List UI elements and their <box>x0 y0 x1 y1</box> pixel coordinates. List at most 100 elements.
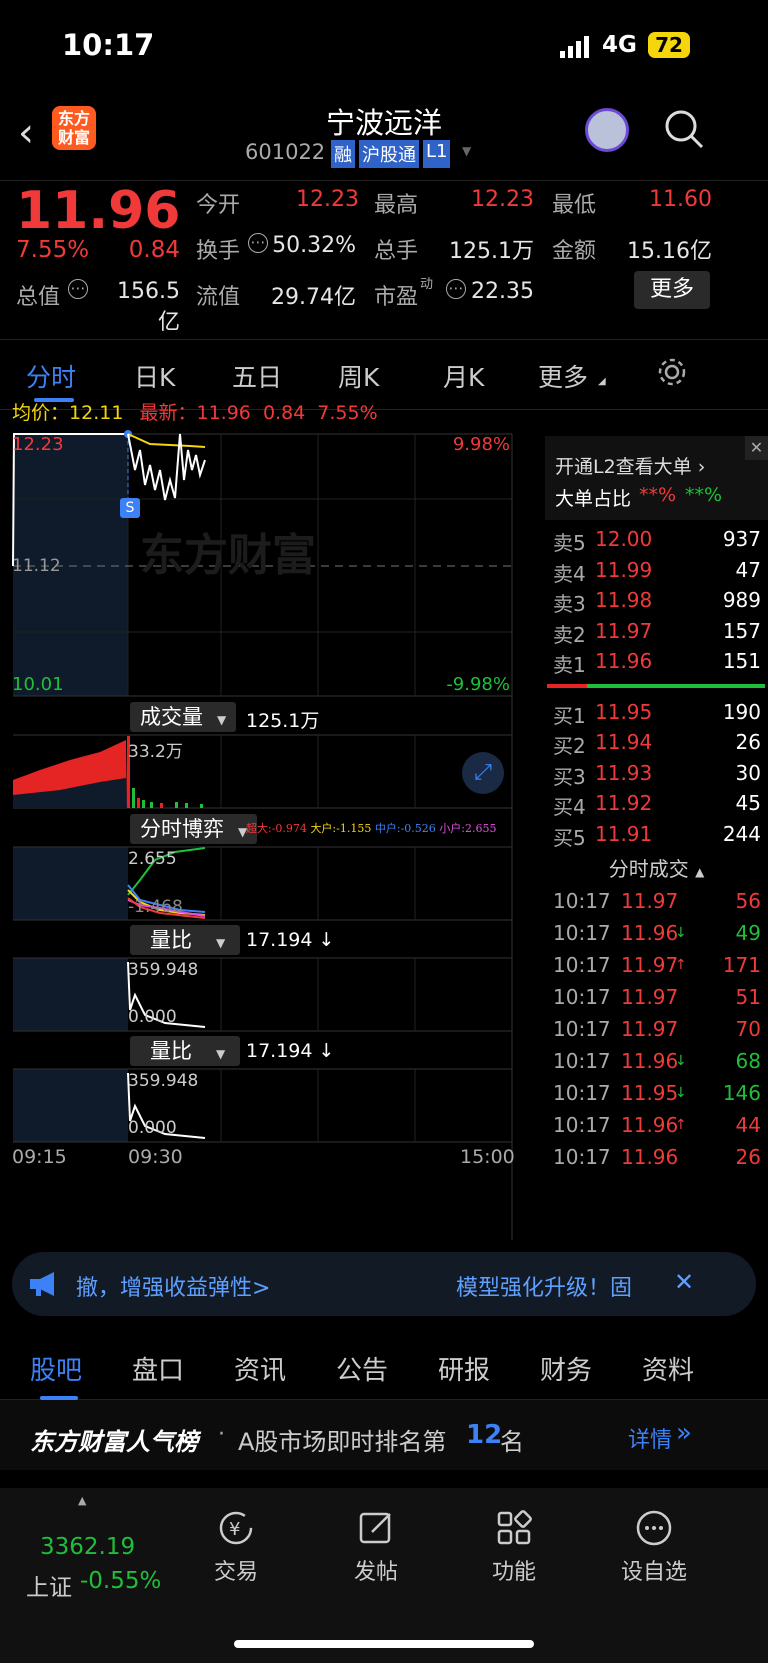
tab-five-day[interactable]: 五日 <box>232 358 282 394</box>
bid-row[interactable]: 买4 11.92 45 <box>545 787 768 819</box>
banner-text-left: 撤，增强收益弹性> <box>76 1276 271 1301</box>
stock-code: 601022 <box>245 140 326 164</box>
popularity-rank[interactable]: 东方财富人气榜 · A股市场即时排名第 12 名 详情 » <box>0 1400 768 1470</box>
tab-intraday[interactable]: 分时 <box>26 358 76 394</box>
bid-ask-bar-red <box>547 684 587 688</box>
amount-value: 15.16亿 <box>627 239 712 264</box>
rank-number: 12 <box>466 1420 503 1450</box>
pe-value: 22.35 <box>471 279 534 304</box>
expand-icon[interactable]: ⤢ <box>462 752 504 794</box>
search-icon[interactable] <box>663 108 705 150</box>
pe-label: 市盈 <box>374 285 419 310</box>
bottom-nav: ▲ 3362.19 上证 -0.55% ¥ 交易 发帖 功能 设自选 <box>0 1488 768 1663</box>
info-icon[interactable]: ⋯ <box>248 233 268 253</box>
stock-name: 宁波远洋 <box>325 106 442 140</box>
market-cap-label: 总值 <box>16 285 61 310</box>
price-change: 0.84 <box>128 237 180 263</box>
tab-forum[interactable]: 股吧 <box>30 1350 82 1387</box>
quote-panel: 11.96 7.55% 0.84 今开 12.23 最高 12.23 最低 11… <box>0 180 768 340</box>
ratio-max-label: 359.948 <box>128 960 199 980</box>
tag-level: L1 <box>423 140 451 168</box>
double-chevron-icon[interactable]: » <box>676 1418 692 1448</box>
time-start: 09:15 <box>12 1146 67 1168</box>
robot-assistant-icon[interactable] <box>585 108 629 152</box>
open-label: 今开 <box>196 193 241 218</box>
nav-post-label: 发帖 <box>353 1560 398 1585</box>
bid-row[interactable]: 买2 11.94 26 <box>545 726 768 758</box>
rank-details-link[interactable]: 详情 <box>628 1422 672 1454</box>
tab-news[interactable]: 资讯 <box>234 1350 286 1387</box>
stock-header: ‹ 东方财富 宁波远洋 601022 融 沪股通 L1 ▼ <box>0 100 768 180</box>
gear-icon[interactable] <box>656 356 688 388</box>
price-high-label: 12.23 <box>12 434 64 455</box>
game-indicator-label: 分时博弈 <box>140 817 224 841</box>
tab-finance[interactable]: 财务 <box>540 1350 592 1387</box>
chevron-down-icon[interactable]: ▼ <box>462 144 471 158</box>
pct-low-label: -9.98% <box>446 674 510 695</box>
watermark: 东方财富 <box>140 530 316 581</box>
trades-title[interactable]: 分时成交 ▲ <box>545 853 768 882</box>
nav-post[interactable]: 发帖 <box>326 1508 426 1586</box>
ratio-indicator-dropdown[interactable]: 量比 ▼ <box>130 925 240 955</box>
close-icon[interactable]: ✕ <box>674 1268 694 1296</box>
rank-text: A股市场即时排名第 <box>238 1428 447 1456</box>
tab-weekly-k[interactable]: 周K <box>338 358 379 394</box>
tab-daily-k[interactable]: 日K <box>134 358 175 394</box>
network-type: 4G <box>602 32 637 58</box>
index-value[interactable]: 3362.19 <box>40 1534 135 1560</box>
nav-functions[interactable]: 功能 <box>464 1508 564 1586</box>
volume-total: 125.1万 <box>246 710 320 732</box>
sell-signal-marker[interactable]: S <box>120 498 140 518</box>
tab-announcements[interactable]: 公告 <box>336 1350 388 1387</box>
info-icon[interactable]: ⋯ <box>446 279 466 299</box>
pct-change: 7.55% <box>16 237 90 263</box>
ratio-indicator-label: 量比 <box>150 928 192 952</box>
volume-indicator-dropdown[interactable]: 成交量 ▼ <box>130 702 237 732</box>
signal-icon <box>560 36 589 58</box>
intraday-chart[interactable]: 均价：12.11 最新：11.96 0.84 7.55% 东方财富 12.23 … <box>0 402 545 1240</box>
legend-l-key: 大户: <box>310 822 337 835</box>
game-indicator-dropdown[interactable]: 分时博弈 ▼ <box>130 814 258 844</box>
tab-handicap[interactable]: 盘口 <box>132 1350 184 1387</box>
nav-watchlist[interactable]: 设自选 <box>604 1508 704 1586</box>
ask-row[interactable]: 卖4 11.99 47 <box>545 554 768 586</box>
trade-row: 10:17 11.97 ↑ 171 <box>553 953 761 977</box>
game-min-label: -1.468 <box>128 897 183 917</box>
ratio2-indicator-dropdown[interactable]: 量比 ▼ <box>130 1036 240 1066</box>
grid-icon <box>497 1510 532 1545</box>
tab-research[interactable]: 研报 <box>438 1350 490 1387</box>
tag-margin: 融 <box>331 140 355 168</box>
news-banner[interactable]: 撤，增强收益弹性> 模型强化升级！固 ✕ <box>12 1252 756 1316</box>
more-button[interactable]: 更多 <box>634 271 710 309</box>
price-low-label: 10.01 <box>12 674 64 695</box>
bid-row[interactable]: 买5 11.91 244 <box>545 818 768 850</box>
ask-row[interactable]: 卖5 12.00 937 <box>545 523 768 555</box>
bid-row[interactable]: 买1 11.95 190 <box>545 696 768 728</box>
ask-row[interactable]: 卖1 11.96 151 <box>545 645 768 677</box>
tab-monthly-k[interactable]: 月K <box>443 358 484 394</box>
trade-row: 10:17 11.96 ↓ 68 <box>553 1049 761 1073</box>
content-tabs: 股吧 盘口 资讯 公告 研报 财务 资料 <box>0 1328 768 1400</box>
info-icon[interactable]: ⋯ <box>68 279 88 299</box>
more-dots-icon <box>636 1510 672 1546</box>
rank-sep: · <box>218 1422 225 1447</box>
bid-row[interactable]: 买3 11.93 30 <box>545 757 768 789</box>
legend-m-key: 中户: <box>374 822 401 835</box>
tab-profile[interactable]: 资料 <box>642 1350 694 1387</box>
high-label: 最高 <box>374 193 419 218</box>
amount-label: 金额 <box>552 239 597 264</box>
chevron-down-icon: ▼ <box>217 713 227 727</box>
home-indicator <box>234 1640 534 1648</box>
nav-trade[interactable]: ¥ 交易 <box>186 1508 286 1586</box>
ratio-pane-1 <box>13 957 512 1032</box>
megaphone-icon <box>30 1272 54 1296</box>
trade-icon: ¥ <box>219 1511 253 1545</box>
legend-s-value: 2.655 <box>465 822 497 835</box>
trade-row: 10:17 11.97 51 <box>553 985 761 1009</box>
svg-text:¥: ¥ <box>229 1519 240 1540</box>
order-book: 卖5 12.00 937 卖4 11.99 47 卖3 11.98 989 卖2 11.97 1… <box>545 455 768 1240</box>
ask-row[interactable]: 卖2 11.97 157 <box>545 615 768 647</box>
ask-row[interactable]: 卖3 11.98 989 <box>545 584 768 616</box>
volume-label: 总手 <box>374 239 419 264</box>
tab-more[interactable]: 更多 <box>538 358 588 394</box>
